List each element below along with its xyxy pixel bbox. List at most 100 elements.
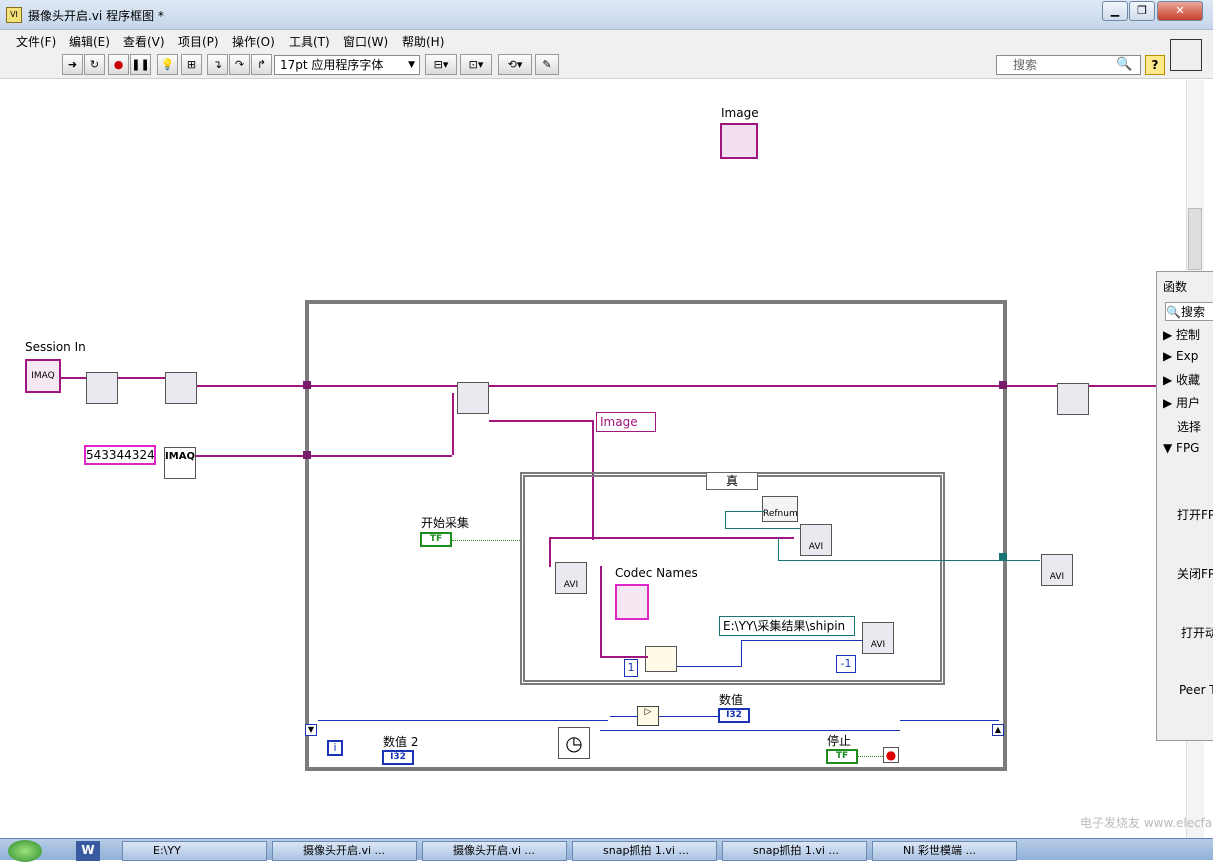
- wire: [858, 756, 883, 757]
- imaq-configure-icon[interactable]: [86, 372, 118, 404]
- vi-connector-icon[interactable]: [1170, 39, 1202, 71]
- wire: [741, 640, 742, 666]
- case-selector[interactable]: 真: [706, 472, 758, 490]
- font-select[interactable]: 17pt 应用程序字体 ▼: [274, 55, 420, 75]
- imaq-create-icon[interactable]: IMAQ: [164, 447, 196, 479]
- highlight-execution-icon[interactable]: 💡: [157, 54, 178, 75]
- numeric-constant[interactable]: 543344324: [84, 445, 156, 465]
- numeric-indicator[interactable]: I32: [718, 708, 750, 723]
- retain-wire-values-icon[interactable]: ⊞: [181, 54, 202, 75]
- menu-help[interactable]: 帮助(H): [402, 33, 444, 50]
- palette-item-user[interactable]: ▶ 用户: [1163, 394, 1200, 411]
- start-collect-label: 开始采集: [421, 516, 470, 530]
- avi-write-icon[interactable]: AVI: [800, 524, 832, 556]
- menu-project[interactable]: 项目(P): [178, 33, 219, 50]
- wire: [900, 720, 999, 721]
- palette-peer-label[interactable]: Peer T: [1179, 683, 1213, 697]
- session-in-terminal[interactable]: IMAQ: [25, 359, 61, 393]
- imaq-close-icon[interactable]: [1057, 383, 1089, 415]
- scrollbar-thumb[interactable]: [1188, 208, 1202, 270]
- clean-up-diagram-icon[interactable]: ✎: [535, 54, 559, 75]
- shift-register-left[interactable]: ▼: [305, 724, 317, 736]
- pause-icon[interactable]: ❚❚: [130, 54, 151, 75]
- search-icon[interactable]: 🔍: [1116, 57, 1132, 72]
- const-neg-one[interactable]: -1: [836, 655, 856, 673]
- palette-close-fp-label[interactable]: 关闭FP: [1177, 565, 1213, 582]
- imaq-grab-icon[interactable]: [457, 382, 489, 414]
- refnum-constant[interactable]: Refnum: [762, 496, 798, 522]
- window-title: 摄像头开启.vi 程序框图 *: [28, 9, 164, 23]
- imaq-start-icon[interactable]: [165, 372, 197, 404]
- palette-item-label: 用户: [1176, 396, 1201, 410]
- codec-names-label: Codec Names: [615, 566, 698, 580]
- image-local-variable[interactable]: Image: [596, 412, 656, 432]
- distribute-objects-icon[interactable]: ⊡▾: [460, 54, 492, 75]
- step-out-icon[interactable]: ↱: [251, 54, 272, 75]
- step-into-icon[interactable]: ↴: [207, 54, 228, 75]
- reorder-icon[interactable]: ⟲▾: [498, 54, 532, 75]
- palette-open-dyn-label[interactable]: 打开动: [1181, 624, 1213, 641]
- palette-item-control[interactable]: ▶ 控制: [1163, 326, 1200, 343]
- wire: [778, 538, 779, 560]
- shift-register-right[interactable]: ▲: [992, 724, 1004, 736]
- run-arrow-icon[interactable]: ➜: [62, 54, 83, 75]
- palette-open-fp-label[interactable]: 打开FP: [1177, 506, 1213, 523]
- labview-taskbar-icon[interactable]: W: [76, 841, 100, 861]
- menu-operate[interactable]: 操作(O): [232, 33, 275, 50]
- step-over-icon[interactable]: ↷: [229, 54, 250, 75]
- loop-tunnel: [999, 381, 1007, 389]
- taskbar-item[interactable]: NI 彩世模端 ...: [872, 841, 1017, 861]
- palette-item-label: 收藏: [1176, 373, 1201, 387]
- taskbar-item[interactable]: snap抓拍 1.vi ...: [572, 841, 717, 861]
- menu-view[interactable]: 查看(V): [123, 33, 165, 50]
- image-indicator-label: Image: [721, 106, 759, 120]
- iteration-terminal[interactable]: i: [327, 740, 343, 756]
- wire: [725, 511, 765, 512]
- stop-terminal[interactable]: TF: [826, 749, 858, 764]
- palette-item-select[interactable]: 选择: [1177, 418, 1201, 435]
- wait-timer-icon[interactable]: ◷: [558, 727, 590, 759]
- image-indicator-icon[interactable]: [720, 123, 758, 159]
- avi-codec-icon[interactable]: AVI: [555, 562, 587, 594]
- palette-item-fpga[interactable]: ▼ FPG: [1163, 441, 1199, 455]
- codec-names-array[interactable]: [615, 584, 649, 620]
- const-one[interactable]: 1: [624, 659, 638, 677]
- index-array-icon[interactable]: [645, 646, 677, 672]
- palette-search-button[interactable]: 🔍搜索: [1165, 302, 1213, 321]
- toolbar: ➜ ↻ ● ❚❚ 💡 ⊞ ↴ ↷ ↱ 17pt 应用程序字体 ▼ ⊟▾ ⊡▾ ⟲…: [0, 51, 1213, 79]
- palette-item-label: FPG: [1176, 441, 1200, 455]
- palette-item-favorites[interactable]: ▶ 收藏: [1163, 371, 1200, 388]
- avi-close-icon[interactable]: AVI: [1041, 554, 1073, 586]
- palette-item-label: Exp: [1176, 349, 1199, 363]
- wire: [600, 566, 602, 656]
- wire: [778, 560, 1040, 561]
- menu-window[interactable]: 窗口(W): [343, 33, 388, 50]
- restore-button[interactable]: ❐: [1129, 1, 1155, 21]
- session-in-label: Session In: [25, 340, 86, 354]
- start-collect-terminal[interactable]: TF: [420, 532, 452, 547]
- run-continuously-icon[interactable]: ↻: [84, 54, 105, 75]
- greater-than-icon[interactable]: ▷: [637, 706, 659, 726]
- abort-icon[interactable]: ●: [108, 54, 129, 75]
- align-objects-icon[interactable]: ⊟▾: [425, 54, 457, 75]
- menu-tools[interactable]: 工具(T): [289, 33, 330, 50]
- menu-file[interactable]: 文件(F): [16, 33, 56, 50]
- loop-tunnel: [303, 451, 311, 459]
- wire: [600, 730, 900, 731]
- help-button[interactable]: ?: [1145, 55, 1165, 75]
- minimize-button[interactable]: ▁: [1102, 1, 1128, 21]
- palette-item-exp[interactable]: ▶ Exp: [1163, 349, 1198, 363]
- close-button[interactable]: ✕: [1157, 1, 1203, 21]
- path-constant[interactable]: E:\YY\采集结果\shipin: [719, 616, 855, 636]
- stop-label: 停止: [827, 734, 852, 748]
- start-button[interactable]: [8, 840, 42, 862]
- taskbar-item[interactable]: snap抓拍 1.vi ...: [722, 841, 867, 861]
- taskbar-item[interactable]: 摄像头开启.vi ...: [422, 841, 567, 861]
- taskbar-item[interactable]: E:\YY: [122, 841, 267, 861]
- menu-edit[interactable]: 编辑(E): [69, 33, 110, 50]
- functions-palette[interactable]: 函数 🔍搜索 ▶ 控制 ▶ Exp ▶ 收藏 ▶ 用户 选择 ▼ FPG 打开F…: [1156, 271, 1213, 741]
- stop-condition-icon[interactable]: ●: [883, 747, 899, 763]
- avi-create-icon[interactable]: AVI: [862, 622, 894, 654]
- numeric2-indicator[interactable]: I32: [382, 750, 414, 765]
- taskbar-item[interactable]: 摄像头开启.vi ...: [272, 841, 417, 861]
